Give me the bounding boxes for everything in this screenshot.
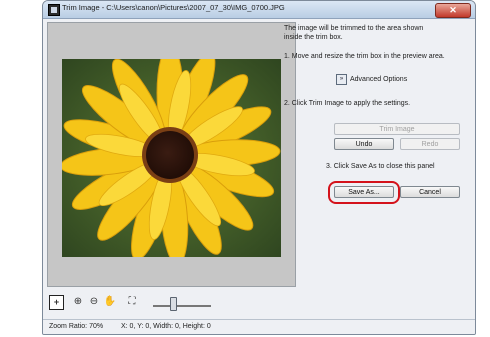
undo-button[interactable]: Undo (334, 138, 394, 150)
advanced-options-label[interactable]: Advanced Options (350, 75, 407, 84)
preview-toolbar: + ⊕ ⊖ ✋ ⛶ (47, 293, 296, 313)
window-title: Trim Image - C:\Users\canon\Pictures\200… (62, 3, 285, 12)
status-bar: Zoom Ratio: 70% X: 0, Y: 0, Width: 0, He… (43, 319, 475, 334)
intro-text: The image will be trimmed to the area sh… (284, 25, 424, 41)
sunflower-image (62, 59, 281, 257)
hand-icon[interactable]: ✋ (103, 295, 117, 309)
preview-area[interactable] (47, 22, 296, 287)
step2-text: 2. Click Trim Image to apply the setting… (284, 100, 411, 107)
trim-coordinates: X: 0, Y: 0, Width: 0, Height: 0 (121, 323, 211, 330)
title-bar[interactable]: Trim Image - C:\Users\canon\Pictures\200… (43, 1, 475, 19)
full-screen-icon[interactable]: ⛶ (125, 295, 139, 309)
redo-button[interactable]: Redo (400, 138, 460, 150)
close-button[interactable]: ✕ (435, 3, 471, 18)
zoom-slider[interactable] (153, 305, 211, 307)
advanced-options-toggle-icon[interactable]: » (336, 74, 347, 85)
zoom-slider-thumb[interactable] (169, 297, 177, 311)
app-icon (48, 4, 60, 16)
preview-image (62, 59, 281, 257)
save-as-highlight (328, 181, 400, 204)
zoom-ratio: Zoom Ratio: 70% (49, 323, 104, 330)
step1-text: 1. Move and resize the trim box in the p… (284, 53, 445, 60)
fit-to-window-icon[interactable]: + (49, 295, 64, 310)
cancel-button[interactable]: Cancel (400, 186, 460, 198)
trim-image-button[interactable]: Trim Image (334, 123, 460, 135)
zoom-out-icon[interactable]: ⊖ (87, 295, 101, 309)
zoom-in-icon[interactable]: ⊕ (71, 295, 85, 309)
step3-text: 3. Click Save As to close this panel (326, 163, 435, 170)
